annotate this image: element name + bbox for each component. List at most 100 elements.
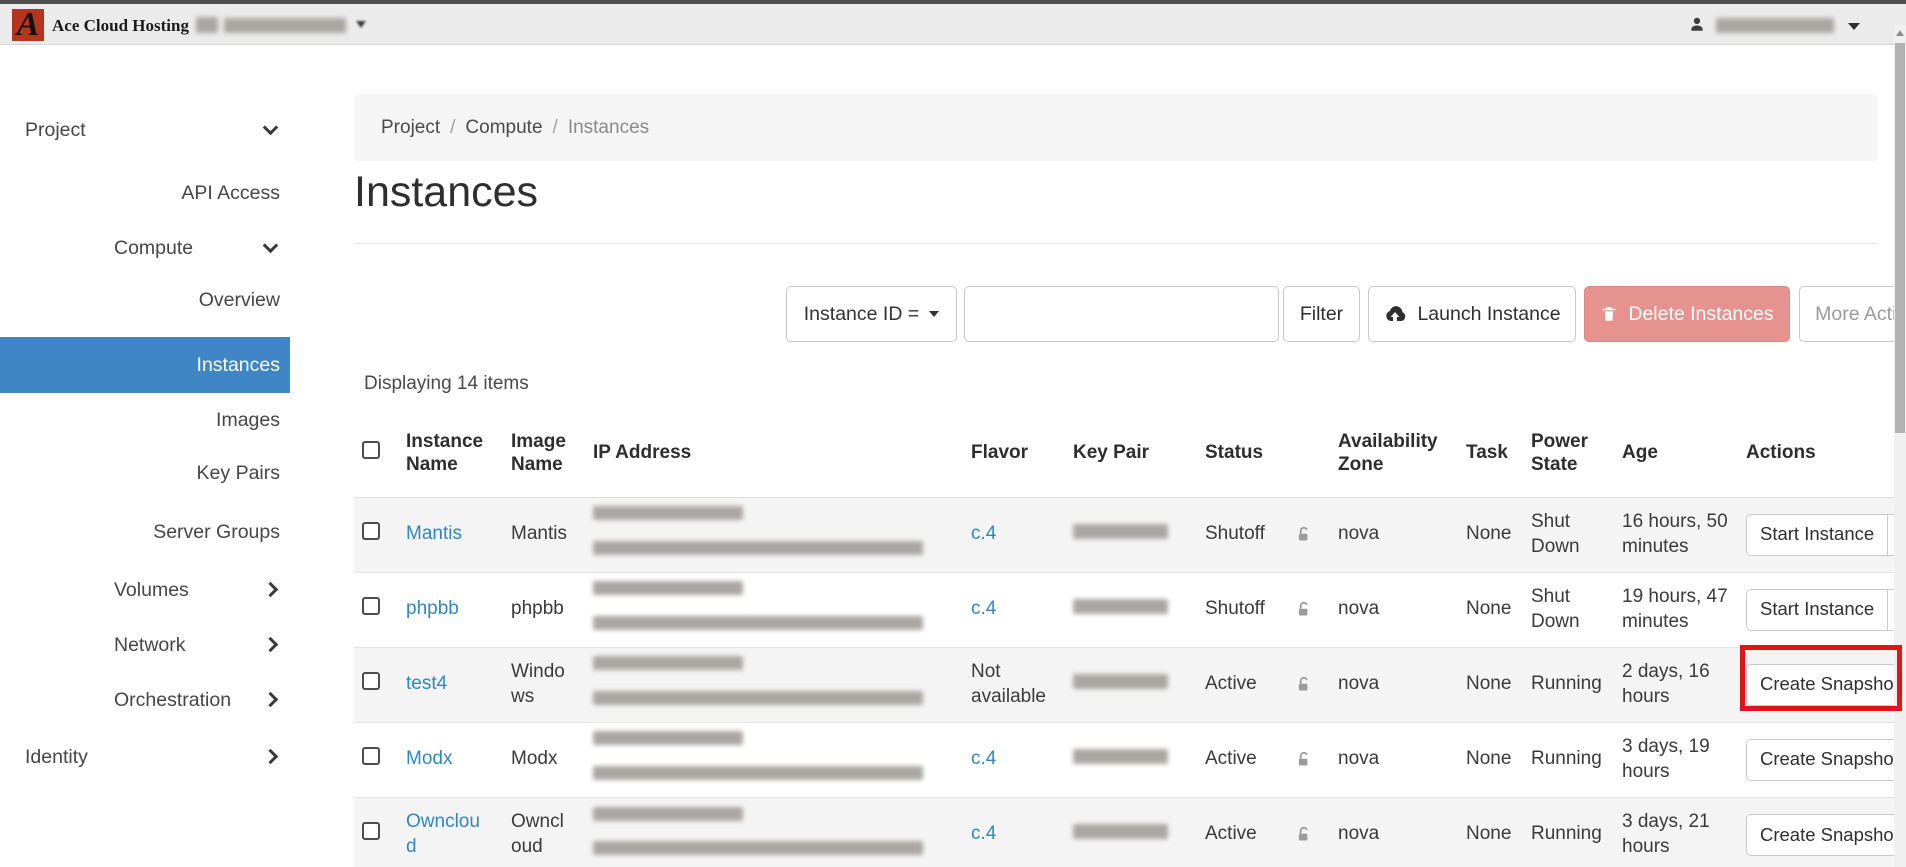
flavor-cell: Not available <box>966 646 1066 722</box>
sidebar-item-label: API Access <box>181 182 280 204</box>
row-checkbox[interactable] <box>362 596 380 615</box>
launch-instance-label: Launch Instance <box>1417 302 1561 325</box>
col-header-age[interactable]: Age <box>1612 410 1736 498</box>
instance-link[interactable]: phpbb <box>406 598 459 619</box>
col-header-availability-zone[interactable]: Availability Zone <box>1336 410 1456 498</box>
scrollbar-thumb[interactable] <box>1895 43 1905 433</box>
sidebar-item-api-access[interactable]: API Access <box>0 171 290 215</box>
col-header-task[interactable]: Task <box>1456 410 1520 498</box>
project-switcher-name-redacted[interactable] <box>224 18 346 33</box>
row-checkbox[interactable] <box>362 671 380 690</box>
scrollbar-up-arrow[interactable] <box>1894 25 1906 41</box>
col-header-flavor[interactable]: Flavor <box>966 410 1066 498</box>
flavor-link[interactable]: c.4 <box>971 598 996 619</box>
instance-link[interactable]: test4 <box>406 673 447 694</box>
power-state-cell: Shut Down <box>1520 571 1612 647</box>
task-cell: None <box>1456 646 1520 722</box>
redacted-ip-line <box>593 731 743 746</box>
redacted-key-pair <box>1073 824 1168 840</box>
cloud-upload-icon <box>1386 306 1406 321</box>
sidebar-item-server-groups[interactable]: Server Groups <box>0 510 290 554</box>
sidebar-item-volumes[interactable]: Volumes <box>0 568 290 612</box>
availability-zone-cell: nova <box>1336 721 1456 797</box>
unlock-icon <box>1298 601 1308 616</box>
unlock-icon <box>1298 751 1308 766</box>
sidebar-item-project[interactable]: Project <box>0 108 290 152</box>
redacted-ip-line <box>593 581 743 596</box>
power-state-cell: Shut Down <box>1520 496 1612 572</box>
sidebar-item-identity[interactable]: Identity <box>0 735 290 779</box>
instance-link[interactable]: Owncloud <box>406 811 480 857</box>
redacted-ip-line <box>593 506 743 521</box>
delete-instances-button[interactable]: Delete Instances <box>1584 286 1790 342</box>
sidebar-item-overview[interactable]: Overview <box>0 278 290 322</box>
flavor-link[interactable]: c.4 <box>971 523 996 544</box>
select-all-checkbox[interactable] <box>362 440 380 459</box>
user-menu-caret-icon <box>1848 23 1860 30</box>
image-name-cell: Mantis <box>506 496 588 572</box>
col-header-ip-address[interactable]: IP Address <box>588 410 966 498</box>
task-cell: None <box>1456 571 1520 647</box>
age-cell: 3 days, 19 hours <box>1612 721 1736 797</box>
row-checkbox[interactable] <box>362 746 380 765</box>
chevron-down-icon <box>262 237 279 254</box>
project-switcher-caret-icon[interactable] <box>356 21 366 28</box>
col-header-status[interactable]: Status <box>1198 410 1290 498</box>
row-checkbox[interactable] <box>362 821 380 840</box>
sidebar-item-orchestration[interactable]: Orchestration <box>0 678 290 722</box>
task-cell: None <box>1456 496 1520 572</box>
breadcrumb-separator: / <box>450 116 456 138</box>
unlock-icon <box>1298 826 1308 841</box>
sidebar-item-label: Server Groups <box>153 521 280 543</box>
scrollbar[interactable] <box>1894 25 1906 867</box>
age-cell: 19 hours, 47 minutes <box>1612 571 1736 647</box>
start-instance-button[interactable]: Start Instance <box>1746 588 1888 631</box>
flavor-link[interactable]: c.4 <box>971 823 996 844</box>
brand-logo[interactable]: A <box>12 6 44 43</box>
title-divider <box>354 243 1878 244</box>
filter-search-input[interactable] <box>964 286 1279 342</box>
breadcrumb-link-compute[interactable]: Compute <box>465 117 542 139</box>
unlock-icon <box>1298 676 1308 691</box>
caret-down-icon <box>929 311 940 317</box>
project-switcher-icon[interactable] <box>196 17 218 33</box>
sidebar-item-instances[interactable]: Instances <box>0 337 290 393</box>
sidebar-item-compute[interactable]: Compute <box>0 226 290 270</box>
filter-field-select[interactable]: Instance ID = <box>786 286 957 342</box>
availability-zone-cell: nova <box>1336 646 1456 722</box>
age-cell: 3 days, 21 hours <box>1612 796 1736 867</box>
create-snapshot-button[interactable]: Create Snapshot <box>1746 738 1906 781</box>
brand-name: Ace Cloud Hosting <box>52 16 189 35</box>
breadcrumb: Project / Compute / Instances <box>354 94 1878 161</box>
more-actions-button[interactable]: More Actions <box>1799 286 1906 342</box>
col-header-instance-name[interactable]: Instance Name <box>402 410 506 498</box>
instance-link[interactable]: Mantis <box>406 523 462 544</box>
status-cell: Shutoff <box>1198 571 1290 647</box>
sidebar-item-key-pairs[interactable]: Key Pairs <box>0 451 290 495</box>
trash-icon <box>1602 307 1616 321</box>
brand-logo-letter: A <box>16 6 40 43</box>
availability-zone-cell: nova <box>1336 496 1456 572</box>
start-instance-button[interactable]: Start Instance <box>1746 513 1888 556</box>
availability-zone-cell: nova <box>1336 796 1456 867</box>
sidebar-item-network[interactable]: Network <box>0 623 290 667</box>
sidebar-item-images[interactable]: Images <box>0 398 290 442</box>
breadcrumb-link-project[interactable]: Project <box>381 117 440 139</box>
col-header-key-pair[interactable]: Key Pair <box>1066 410 1198 498</box>
sidebar-item-label: Network <box>114 634 186 656</box>
sidebar-item-label: Compute <box>114 237 194 259</box>
user-name-redacted <box>1716 18 1834 33</box>
instance-link[interactable]: Modx <box>406 748 452 769</box>
create-snapshot-button[interactable]: Create Snapshot <box>1746 813 1906 856</box>
col-header-image-name[interactable]: Image Name <box>506 410 588 498</box>
flavor-link[interactable]: c.4 <box>971 748 996 769</box>
items-count: Displaying 14 items <box>364 373 529 394</box>
redacted-ip-line <box>593 691 923 705</box>
row-checkbox[interactable] <box>362 521 380 540</box>
col-header-actions: Actions <box>1736 410 1906 498</box>
create-snapshot-button[interactable]: Create Snapshot <box>1746 663 1906 706</box>
launch-instance-button[interactable]: Launch Instance <box>1368 286 1576 342</box>
user-menu[interactable] <box>1684 12 1880 40</box>
col-header-power-state[interactable]: Power State <box>1520 410 1612 498</box>
filter-button[interactable]: Filter <box>1283 286 1360 342</box>
